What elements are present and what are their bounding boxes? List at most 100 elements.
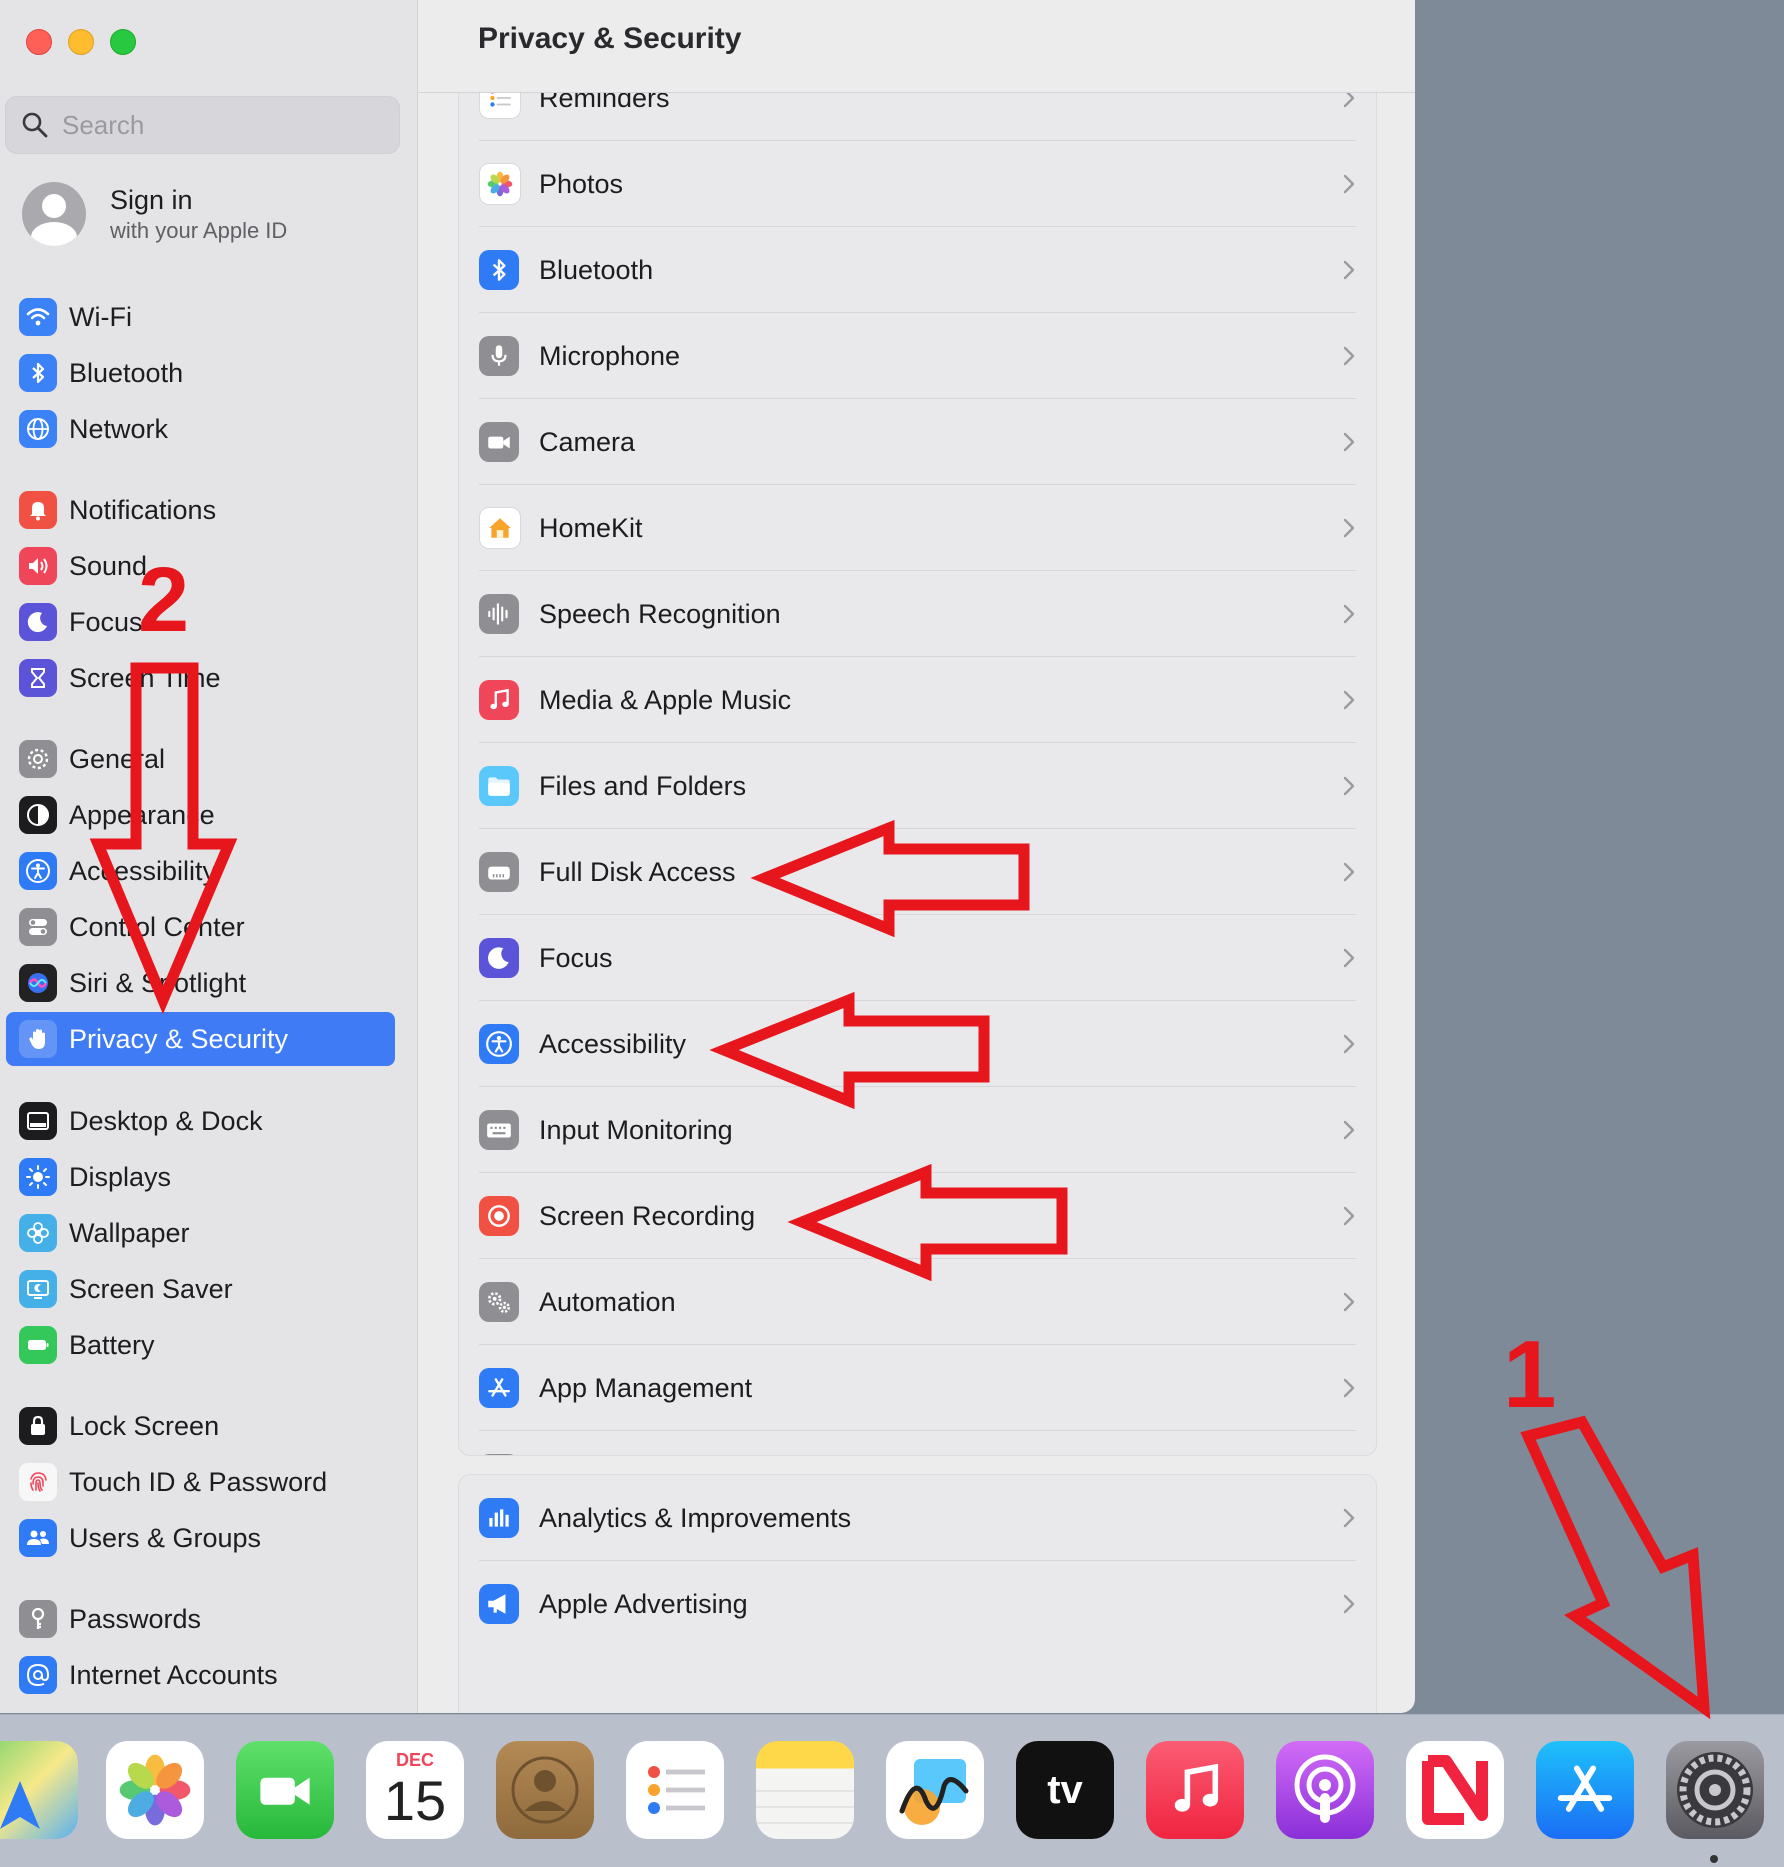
sidebar-item-privacy-security[interactable]: Privacy & Security xyxy=(6,1012,395,1066)
sidebar-item-label: Privacy & Security xyxy=(69,1023,289,1054)
moon-icon xyxy=(19,603,57,641)
privacy-row-accessibility[interactable]: Accessibility xyxy=(459,1001,1376,1087)
chevron-right-icon xyxy=(1343,260,1355,280)
privacy-row-app-management[interactable]: App Management xyxy=(459,1345,1376,1431)
calendar-day: 15 xyxy=(383,1768,447,1832)
dock-music-icon[interactable] xyxy=(1146,1741,1244,1839)
sidebar-item-touch-id-password[interactable]: Touch ID & Password xyxy=(6,1455,395,1509)
sidebar-item-label: Lock Screen xyxy=(69,1410,220,1441)
apple-id-signin[interactable]: Sign in with your Apple ID xyxy=(22,182,287,246)
hand-icon xyxy=(19,1020,57,1058)
row-label: App Management xyxy=(539,1372,753,1403)
privacy-row-bluetooth[interactable]: Bluetooth xyxy=(459,227,1376,313)
sidebar-item-network[interactable]: Network xyxy=(6,402,395,456)
keyboard-icon xyxy=(479,1110,519,1150)
chevron-right-icon xyxy=(1343,948,1355,968)
accessibility-icon xyxy=(19,852,57,890)
siri-icon xyxy=(19,964,57,1002)
dock-maps-icon[interactable] xyxy=(0,1741,78,1839)
wifi-icon xyxy=(19,298,57,336)
dock-contacts-icon[interactable] xyxy=(496,1741,594,1839)
sidebar-item-desktop-dock[interactable]: Desktop & Dock xyxy=(6,1094,395,1148)
sidebar-item-focus[interactable]: Focus xyxy=(6,595,395,649)
privacy-row-camera[interactable]: Camera xyxy=(459,399,1376,485)
gears-icon xyxy=(479,1282,519,1322)
privacy-row-speech-recognition[interactable]: Speech Recognition xyxy=(459,571,1376,657)
sidebar-item-screen-saver[interactable]: Screen Saver xyxy=(6,1262,395,1316)
dock-news-icon[interactable] xyxy=(1406,1741,1504,1839)
sidebar-item-screen-time[interactable]: Screen Time xyxy=(6,651,395,705)
avatar xyxy=(22,182,86,246)
dock-photos-icon[interactable] xyxy=(106,1741,204,1839)
bluetooth-icon xyxy=(479,250,519,290)
sun-icon xyxy=(19,1158,57,1196)
chevron-right-icon xyxy=(1343,1594,1355,1614)
dock-appstore-icon[interactable] xyxy=(1536,1741,1634,1839)
sidebar-item-internet-accounts[interactable]: Internet Accounts xyxy=(6,1648,395,1702)
system-settings-window: Sign in with your Apple ID Wi-Fi Bluetoot… xyxy=(0,0,1415,1713)
chevron-right-icon xyxy=(1343,1206,1355,1226)
privacy-row-analytics-improvements[interactable]: Analytics & Improvements xyxy=(459,1475,1376,1561)
chevron-right-icon xyxy=(1343,518,1355,538)
sidebar-item-users-groups[interactable]: Users & Groups xyxy=(6,1511,395,1565)
sidebar-item-accessibility[interactable]: Accessibility xyxy=(6,844,395,898)
globe-icon xyxy=(19,410,57,448)
chevron-right-icon xyxy=(1343,1378,1355,1398)
row-label: Screen Recording xyxy=(539,1200,756,1231)
privacy-row-developer-tools[interactable]: Developer Tools xyxy=(459,1431,1376,1455)
sidebar-item-label: Internet Accounts xyxy=(69,1659,278,1690)
privacy-row-homekit[interactable]: HomeKit xyxy=(459,485,1376,571)
sidebar-item-bluetooth[interactable]: Bluetooth xyxy=(6,346,395,400)
privacy-list-secondary: Analytics & Improvements Apple Advertisin… xyxy=(458,1474,1377,1713)
privacy-row-apple-advertising[interactable]: Apple Advertising xyxy=(459,1561,1376,1647)
search-field[interactable] xyxy=(5,96,400,154)
sidebar-item-label: Wallpaper xyxy=(69,1217,190,1248)
sidebar-item-label: Touch ID & Password xyxy=(69,1466,328,1497)
dock-freeform-icon[interactable] xyxy=(886,1741,984,1839)
music-note-icon xyxy=(479,680,519,720)
privacy-row-full-disk-access[interactable]: Full Disk Access xyxy=(459,829,1376,915)
sidebar-item-general[interactable]: General xyxy=(6,732,395,786)
sidebar-item-label: Notifications xyxy=(69,494,217,525)
sidebar-item-appearance[interactable]: Appearance xyxy=(6,788,395,842)
privacy-row-input-monitoring[interactable]: Input Monitoring xyxy=(459,1087,1376,1173)
sidebar-item-control-center[interactable]: Control Center xyxy=(6,900,395,954)
privacy-row-focus[interactable]: Focus xyxy=(459,915,1376,1001)
accessibility-icon xyxy=(479,1024,519,1064)
sidebar-item-passwords[interactable]: Passwords xyxy=(6,1592,395,1646)
privacy-row-photos[interactable]: Photos xyxy=(459,141,1376,227)
sidebar-item-battery[interactable]: Battery xyxy=(6,1318,395,1372)
zoom-button[interactable] xyxy=(110,29,136,55)
dock-facetime-icon[interactable] xyxy=(236,1741,334,1839)
sidebar-item-lock-screen[interactable]: Lock Screen xyxy=(6,1399,395,1453)
search-input[interactable] xyxy=(60,108,384,142)
window-controls xyxy=(26,29,136,55)
sidebar-item-siri-spotlight[interactable]: Siri & Spotlight xyxy=(6,956,395,1010)
dock-reminders-icon[interactable] xyxy=(626,1741,724,1839)
sidebar-item-wi-fi[interactable]: Wi-Fi xyxy=(6,290,395,344)
privacy-row-media-apple-music[interactable]: Media & Apple Music xyxy=(459,657,1376,743)
privacy-row-files-and-folders[interactable]: Files and Folders xyxy=(459,743,1376,829)
close-button[interactable] xyxy=(26,29,52,55)
dock-system-settings-icon[interactable] xyxy=(1666,1741,1764,1839)
privacy-row-screen-recording[interactable]: Screen Recording xyxy=(459,1173,1376,1259)
privacy-row-automation[interactable]: Automation xyxy=(459,1259,1376,1345)
sidebar-item-label: Passwords xyxy=(69,1603,202,1634)
sidebar-item-displays[interactable]: Displays xyxy=(6,1150,395,1204)
account-subtitle: with your Apple ID xyxy=(110,217,288,243)
minimize-button[interactable] xyxy=(68,29,94,55)
sidebar-item-label: Wi-Fi xyxy=(69,301,132,332)
privacy-row-microphone[interactable]: Microphone xyxy=(459,313,1376,399)
dock-podcasts-icon[interactable] xyxy=(1276,1741,1374,1839)
key-icon xyxy=(19,1600,57,1638)
running-indicator xyxy=(1710,1855,1718,1863)
row-label: Media & Apple Music xyxy=(539,684,792,715)
dock-notes-icon[interactable] xyxy=(756,1741,854,1839)
hammer-icon xyxy=(479,1454,519,1455)
sidebar-item-wallpaper[interactable]: Wallpaper xyxy=(6,1206,395,1260)
row-label: Input Monitoring xyxy=(539,1114,733,1145)
dock-calendar-icon[interactable]: DEC 15 xyxy=(366,1741,464,1839)
dock-tv-icon[interactable]: tv xyxy=(1016,1741,1114,1839)
sidebar-item-sound[interactable]: Sound xyxy=(6,539,395,593)
sidebar-item-notifications[interactable]: Notifications xyxy=(6,483,395,537)
